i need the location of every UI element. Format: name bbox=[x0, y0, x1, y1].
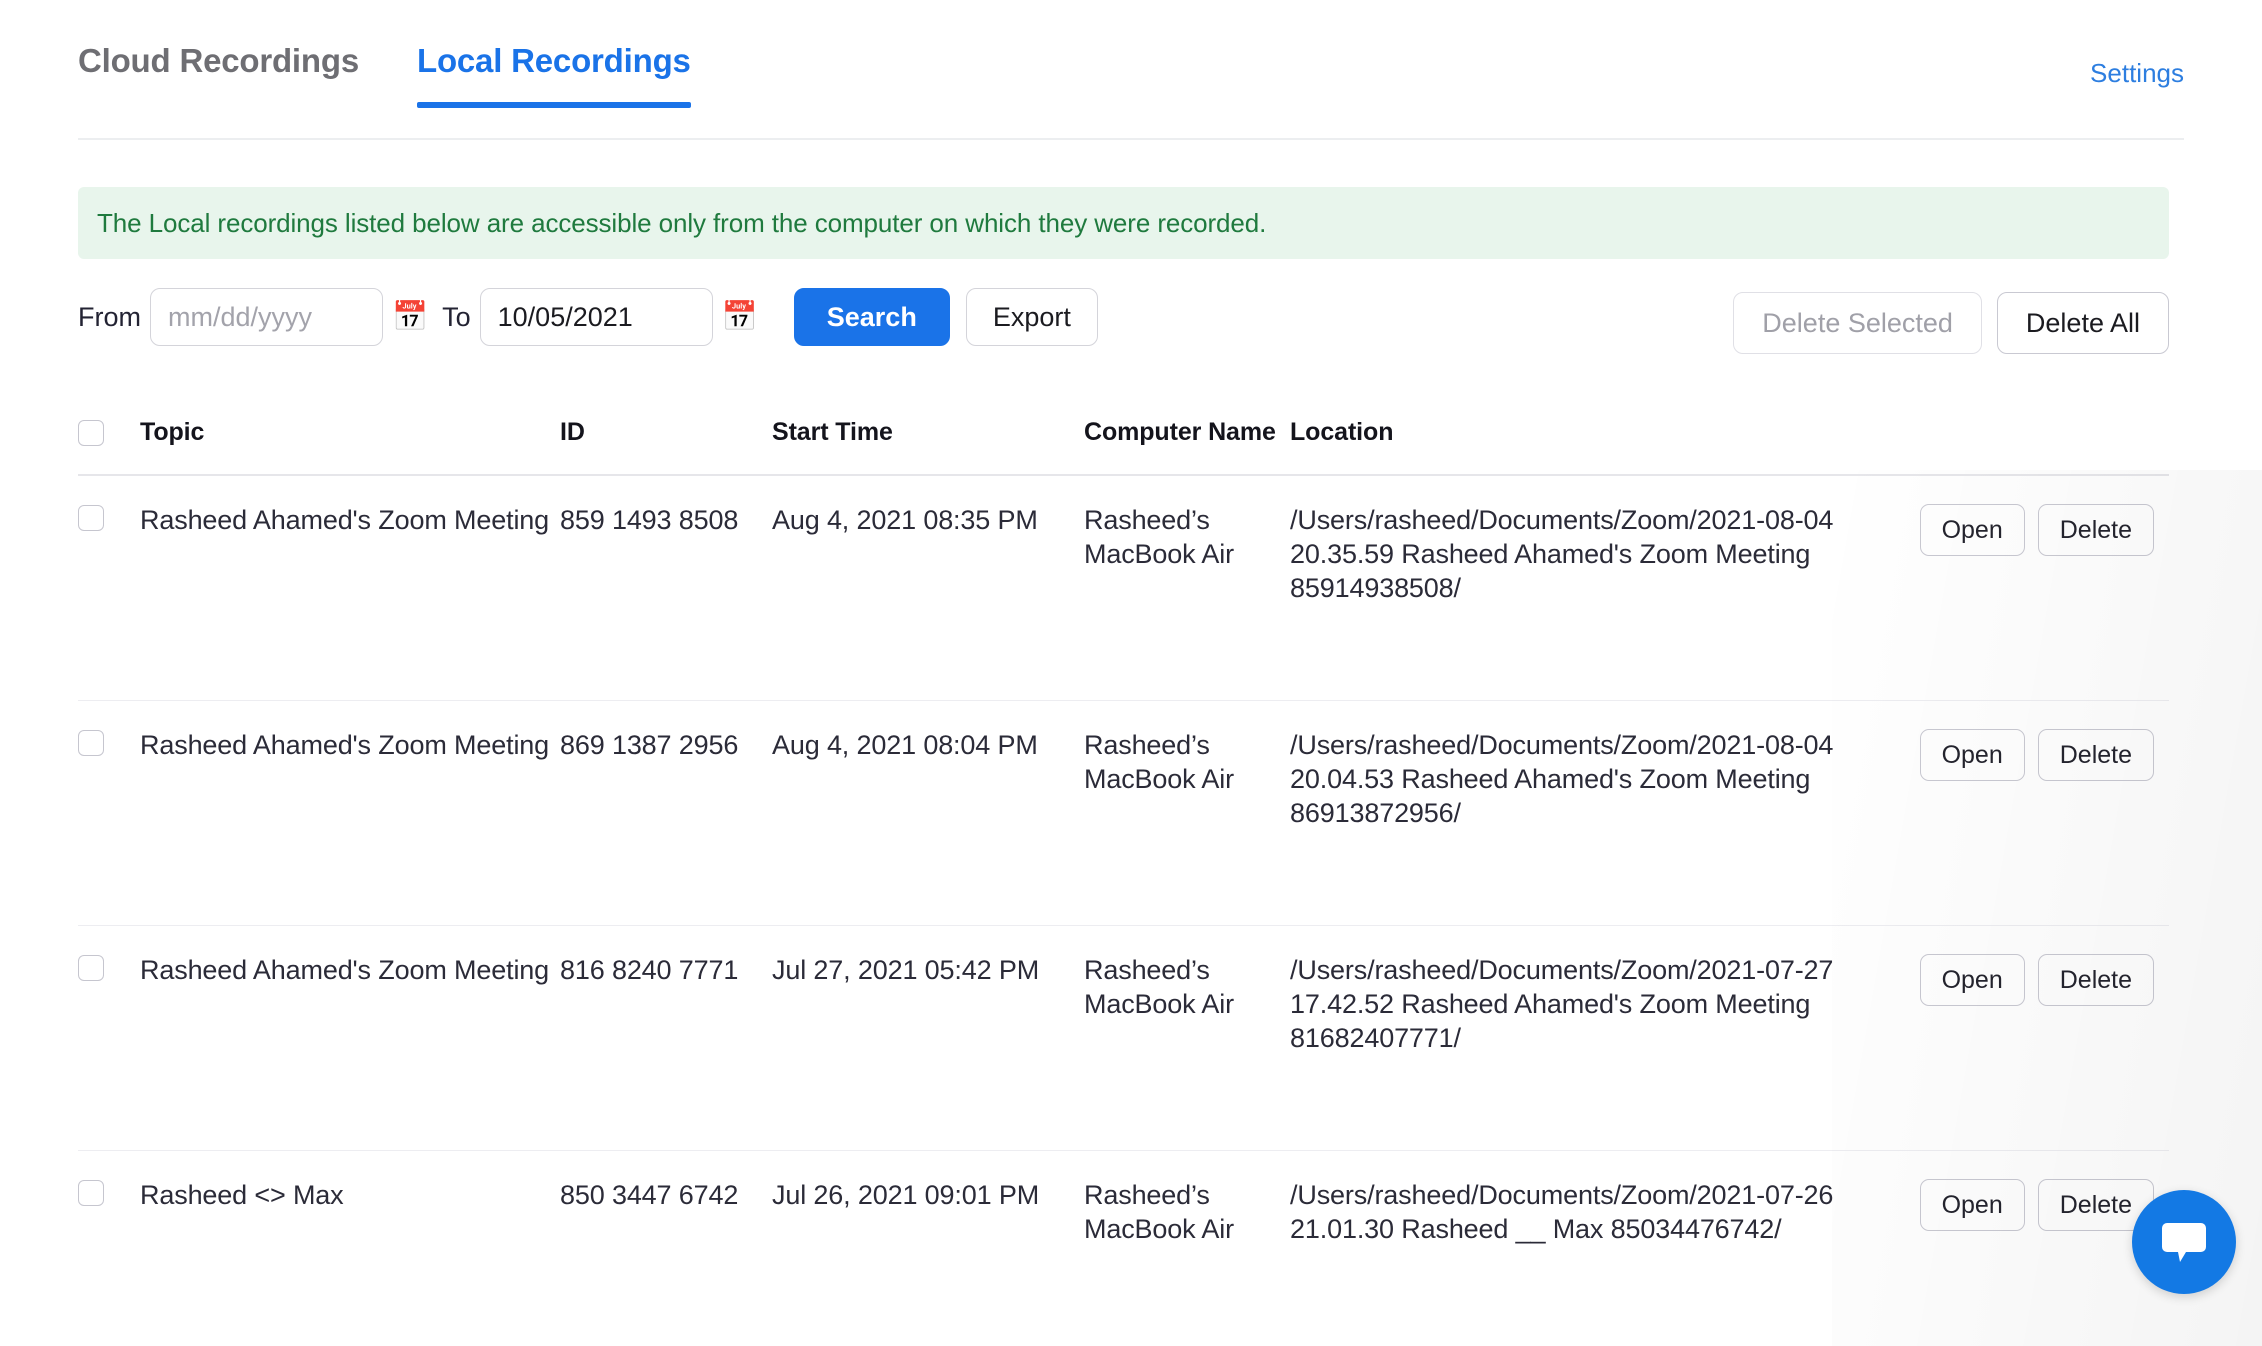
tab-bar: Cloud Recordings Local Recordings Settin… bbox=[78, 28, 2184, 140]
date-filter-group: From mm/dd/yyyy 📅 To 10/05/2021 📅 Search… bbox=[78, 288, 1098, 346]
cell-computer-name: Rasheed’s MacBook Air bbox=[1084, 955, 1234, 1020]
cell-location: /Users/rasheed/Documents/Zoom/2021-08-04… bbox=[1290, 730, 1834, 829]
from-label: From bbox=[78, 301, 141, 332]
calendar-icon-from[interactable]: 📅 bbox=[392, 302, 428, 332]
info-banner-text: The Local recordings listed below are ac… bbox=[97, 207, 1267, 238]
search-button[interactable]: Search bbox=[793, 288, 950, 346]
select-all-checkbox[interactable] bbox=[78, 420, 104, 446]
cell-computer-name: Rasheed’s MacBook Air bbox=[1084, 730, 1234, 795]
cell-topic: Rasheed Ahamed's Zoom Meeting bbox=[140, 730, 550, 760]
cell-actions: Open Delete bbox=[1838, 728, 2169, 781]
cell-location: /Users/rasheed/Documents/Zoom/2021-08-04… bbox=[1290, 505, 1834, 604]
cell-id: 859 1493 8508 bbox=[560, 505, 739, 535]
cell-location: /Users/rasheed/Documents/Zoom/2021-07-27… bbox=[1290, 955, 1834, 1054]
row-checkbox[interactable] bbox=[78, 1180, 104, 1206]
cell-computer-name: Rasheed’s MacBook Air bbox=[1084, 1180, 1234, 1245]
cell-computer-name: Rasheed’s MacBook Air bbox=[1084, 505, 1234, 570]
table-row: Rasheed Ahamed's Zoom Meeting 859 1493 8… bbox=[78, 476, 2169, 701]
filter-toolbar: From mm/dd/yyyy 📅 To 10/05/2021 📅 Search… bbox=[78, 288, 2169, 368]
cell-actions: Open Delete bbox=[1838, 503, 2169, 556]
cell-start-time: Jul 26, 2021 09:01 PM bbox=[772, 1180, 1040, 1210]
row-select-cell bbox=[78, 728, 140, 756]
open-button[interactable]: Open bbox=[1919, 1179, 2025, 1231]
tab-cloud-recordings[interactable]: Cloud Recordings bbox=[78, 28, 359, 106]
cell-topic: Rasheed Ahamed's Zoom Meeting bbox=[140, 505, 550, 535]
delete-button[interactable]: Delete bbox=[2037, 954, 2154, 1006]
delete-selected-button[interactable]: Delete Selected bbox=[1733, 292, 1982, 354]
cell-start-time: Jul 27, 2021 05:42 PM bbox=[772, 955, 1040, 985]
table-header-row: Topic ID Start Time Computer Name Locati… bbox=[78, 406, 2169, 476]
column-header-id: ID bbox=[560, 418, 585, 446]
cell-id: 869 1387 2956 bbox=[560, 730, 739, 760]
delete-actions-group: Delete Selected Delete All bbox=[1733, 292, 2169, 354]
row-select-cell bbox=[78, 953, 140, 981]
open-button[interactable]: Open bbox=[1919, 954, 2025, 1006]
table-row: Rasheed Ahamed's Zoom Meeting 869 1387 2… bbox=[78, 701, 2169, 926]
from-date-input[interactable]: mm/dd/yyyy bbox=[150, 288, 383, 346]
row-select-cell bbox=[78, 503, 140, 531]
open-button[interactable]: Open bbox=[1919, 504, 2025, 556]
tab-local-recordings[interactable]: Local Recordings bbox=[416, 28, 691, 108]
calendar-icon-to[interactable]: 📅 bbox=[722, 302, 758, 332]
recordings-table: Topic ID Start Time Computer Name Locati… bbox=[78, 406, 2169, 1346]
select-all-cell bbox=[78, 418, 140, 446]
cell-actions: Open Delete bbox=[1838, 1178, 2169, 1231]
delete-button[interactable]: Delete bbox=[2037, 504, 2154, 556]
to-label: To bbox=[442, 301, 471, 332]
info-banner: The Local recordings listed below are ac… bbox=[78, 187, 2169, 259]
column-header-topic: Topic bbox=[140, 418, 205, 446]
row-checkbox[interactable] bbox=[78, 730, 104, 756]
export-button[interactable]: Export bbox=[965, 288, 1098, 346]
cell-location: /Users/rasheed/Documents/Zoom/2021-07-26… bbox=[1290, 1180, 1834, 1245]
cell-topic: Rasheed <> Max bbox=[140, 1180, 344, 1210]
column-header-computer-name: Computer Name bbox=[1084, 418, 1276, 446]
table-row: Rasheed Ahamed's Zoom Meeting 816 8240 7… bbox=[78, 926, 2169, 1151]
local-recordings-page: Cloud Recordings Local Recordings Settin… bbox=[0, 0, 2262, 1346]
chat-support-button[interactable] bbox=[2132, 1190, 2236, 1294]
cell-topic: Rasheed Ahamed's Zoom Meeting bbox=[140, 955, 550, 985]
row-select-cell bbox=[78, 1178, 140, 1206]
chat-bubble-icon bbox=[2162, 1223, 2206, 1262]
column-header-location: Location bbox=[1290, 418, 1394, 446]
column-header-actions bbox=[1838, 418, 2169, 419]
table-row: Rasheed <> Max 850 3447 6742 Jul 26, 202… bbox=[78, 1151, 2169, 1346]
delete-button[interactable]: Delete bbox=[2037, 729, 2154, 781]
cell-id: 850 3447 6742 bbox=[560, 1180, 739, 1210]
cell-actions: Open Delete bbox=[1838, 953, 2169, 1006]
cell-start-time: Aug 4, 2021 08:04 PM bbox=[772, 730, 1038, 760]
row-checkbox[interactable] bbox=[78, 955, 104, 981]
row-checkbox[interactable] bbox=[78, 505, 104, 531]
open-button[interactable]: Open bbox=[1919, 729, 2025, 781]
cell-start-time: Aug 4, 2021 08:35 PM bbox=[772, 505, 1038, 535]
column-header-start-time: Start Time bbox=[772, 418, 893, 446]
delete-all-button[interactable]: Delete All bbox=[1996, 292, 2169, 354]
to-date-input[interactable]: 10/05/2021 bbox=[479, 288, 713, 346]
settings-link[interactable]: Settings bbox=[2090, 58, 2184, 89]
cell-id: 816 8240 7771 bbox=[560, 955, 739, 985]
